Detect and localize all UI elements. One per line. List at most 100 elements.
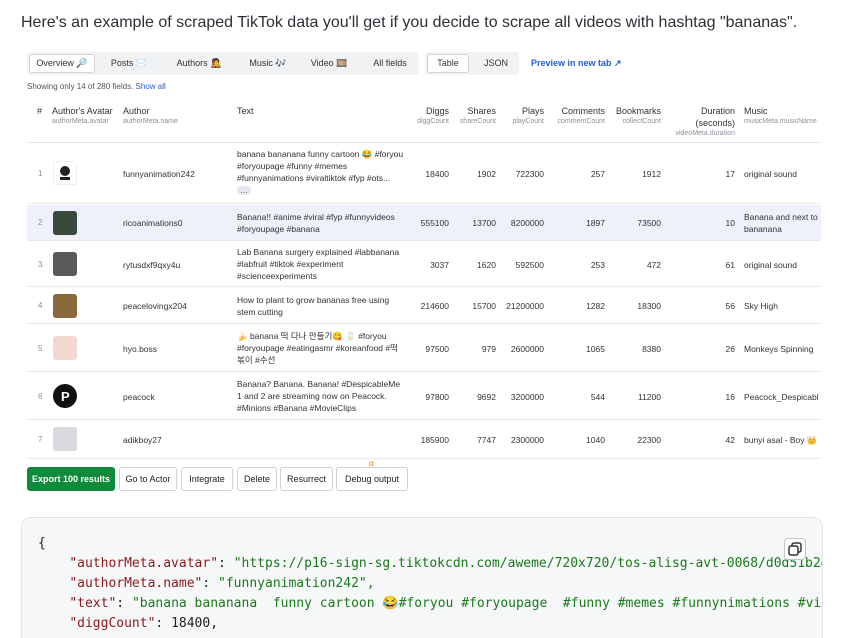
table-row[interactable]: 6 P peacock Banana? Banana. Banana! #Des… <box>27 373 821 420</box>
tab-music[interactable]: Music 🎶 <box>239 54 297 73</box>
comment-count: 1065 <box>586 344 605 354</box>
post-text: Banana!! #anime #viral #fyp #funnyvideos… <box>237 212 395 234</box>
col-plays: Plays playCount <box>502 105 544 127</box>
music-name: bunyi asal - Boy 👑 <box>744 435 818 445</box>
table-row[interactable]: 1 funnyanimation242 banana bananana funn… <box>27 143 821 204</box>
export-results-button[interactable]: Export 100 results <box>27 467 115 491</box>
col-avatar-label: Author's Avatar <box>52 106 113 116</box>
col-author-field: authorMeta.name <box>123 118 178 125</box>
col-avatar: Author's Avatar authorMeta.avatar <box>52 105 114 127</box>
row-index: 6 <box>38 392 43 401</box>
intro-text: Here's an example of scraped TikTok data… <box>21 14 798 31</box>
tab-overview[interactable]: Overview 🔎 <box>29 54 95 73</box>
debug-output-button[interactable]: Debug output <box>336 467 408 491</box>
comment-count: 544 <box>590 392 605 402</box>
digg-count: 3037 <box>430 260 449 270</box>
col-diggs: Diggs diggCount <box>407 105 449 127</box>
share-count: 13700 <box>472 218 496 228</box>
col-shares-label: Shares <box>467 106 496 116</box>
table-row[interactable]: 7 adikboy27 185900 7747 2300000 1040 223… <box>27 421 821 459</box>
play-count: 3200000 <box>510 392 544 402</box>
tab-posts[interactable]: Posts ✉️ <box>103 54 155 73</box>
share-count: 979 <box>481 344 496 354</box>
resurrect-button[interactable]: Resurrect <box>280 467 333 491</box>
author-avatar <box>53 161 77 185</box>
author-name[interactable]: hyo.boss <box>123 343 157 355</box>
copy-button[interactable] <box>784 538 806 560</box>
author-avatar: P <box>53 384 77 408</box>
duration: 16 <box>725 392 735 402</box>
col-plays-label: Plays <box>521 106 544 116</box>
col-bookmarks: Bookmarks collectCount <box>609 105 661 127</box>
json-value: "funnyanimation242", <box>218 576 375 591</box>
go-to-actor-button[interactable]: Go to Actor <box>119 467 177 491</box>
col-shares-field: shareCount <box>459 118 496 125</box>
json-open-brace: { <box>38 536 46 551</box>
alpha-badge: α <box>369 459 374 468</box>
svg-text:P: P <box>61 389 70 404</box>
col-bookmarks-field: collectCount <box>622 118 661 125</box>
author-name[interactable]: peacock <box>123 391 155 403</box>
play-count: 722300 <box>515 169 544 179</box>
play-count: 2300000 <box>510 435 544 445</box>
comment-count: 257 <box>590 169 605 179</box>
tab-json[interactable]: JSON <box>475 54 517 73</box>
row-index: 5 <box>38 344 43 353</box>
view-tab-group: Overview 🔎 Posts ✉️ Authors 🧑‍🎤 Music 🎶 … <box>27 52 419 75</box>
duration: 26 <box>725 344 735 354</box>
tab-all-fields[interactable]: All fields <box>363 54 417 73</box>
author-name[interactable]: funnyanimation242 <box>123 168 195 180</box>
comment-count: 1040 <box>586 435 605 445</box>
author-name[interactable]: peacelovingx204 <box>123 300 187 312</box>
comment-count: 1282 <box>586 301 605 311</box>
preview-new-tab-link[interactable]: Preview in new tab ↗ <box>531 52 622 75</box>
table-row[interactable]: 2 ricoanimations0 Banana!! #anime #viral… <box>27 205 821 241</box>
tab-video[interactable]: Video 🎞️ <box>303 54 355 73</box>
duration: 56 <box>725 301 735 311</box>
table-row[interactable]: 3 rytusdxf9qxy4u Lab Banana surgery expl… <box>27 242 821 287</box>
row-index: 1 <box>38 169 43 178</box>
post-text: Banana? Banana. Banana! #DespicableMe 1 … <box>237 379 401 413</box>
delete-button[interactable]: Delete <box>237 467 277 491</box>
fields-notice: Showing only 14 of 280 fields. Show all <box>27 82 166 91</box>
integrate-button[interactable]: Integrate <box>181 467 233 491</box>
expand-text-button[interactable]: … <box>237 186 251 195</box>
col-comments: Comments commentCount <box>547 105 605 127</box>
music-name: Monkeys Spinning <box>744 344 814 354</box>
digg-count: 555100 <box>420 218 449 228</box>
row-index: 3 <box>38 260 43 269</box>
post-text-content: banana bananana funny cartoon 😂 #foryou … <box>237 149 404 183</box>
json-key: "text" <box>69 596 117 611</box>
digg-count: 97500 <box>425 344 449 354</box>
table-row[interactable]: 5 hyo.boss 🍌 banana 떡 다나 만들기😋 🥛 #foryou … <box>27 325 821 372</box>
col-bookmarks-label: Bookmarks <box>615 106 661 116</box>
author-name[interactable]: ricoanimations0 <box>123 217 183 229</box>
duration: 17 <box>725 169 735 179</box>
music-name: Banana and next to bananana <box>744 212 818 234</box>
author-name[interactable]: adikboy27 <box>123 434 162 446</box>
json-value: 18400, <box>171 616 219 631</box>
col-duration: Duration (seconds) videoMeta.duration <box>667 105 735 139</box>
show-all-link[interactable]: Show all <box>136 82 166 91</box>
col-author: Author authorMeta.name <box>123 105 178 127</box>
music-name: Peacock_Despicabl <box>744 392 819 402</box>
tab-table[interactable]: Table <box>427 54 469 73</box>
post-text: Lab Banana surgery explained #labbanana … <box>237 247 400 281</box>
col-plays-field: playCount <box>512 118 544 125</box>
table-row[interactable]: 4 peacelovingx204 How to plant to grow b… <box>27 288 821 324</box>
view-tabbar: Overview 🔎 Posts ✉️ Authors 🧑‍🎤 Music 🎶 … <box>27 52 827 76</box>
results-table: # Author's Avatar authorMeta.avatar Auth… <box>27 97 821 463</box>
share-count: 1902 <box>477 169 496 179</box>
author-name[interactable]: rytusdxf9qxy4u <box>123 259 180 271</box>
tab-authors[interactable]: Authors 🧑‍🎤 <box>167 54 231 73</box>
bookmark-count: 73500 <box>637 218 661 228</box>
bookmark-count: 472 <box>646 260 661 270</box>
row-index: 2 <box>38 218 43 227</box>
json-key: "authorMeta.avatar" <box>69 556 219 571</box>
col-diggs-field: diggCount <box>417 118 449 125</box>
author-avatar <box>53 252 77 276</box>
music-name: Sky High <box>744 301 779 311</box>
music-name: original sound <box>744 169 797 179</box>
play-count: 8200000 <box>510 218 544 228</box>
bookmark-count: 22300 <box>637 435 661 445</box>
